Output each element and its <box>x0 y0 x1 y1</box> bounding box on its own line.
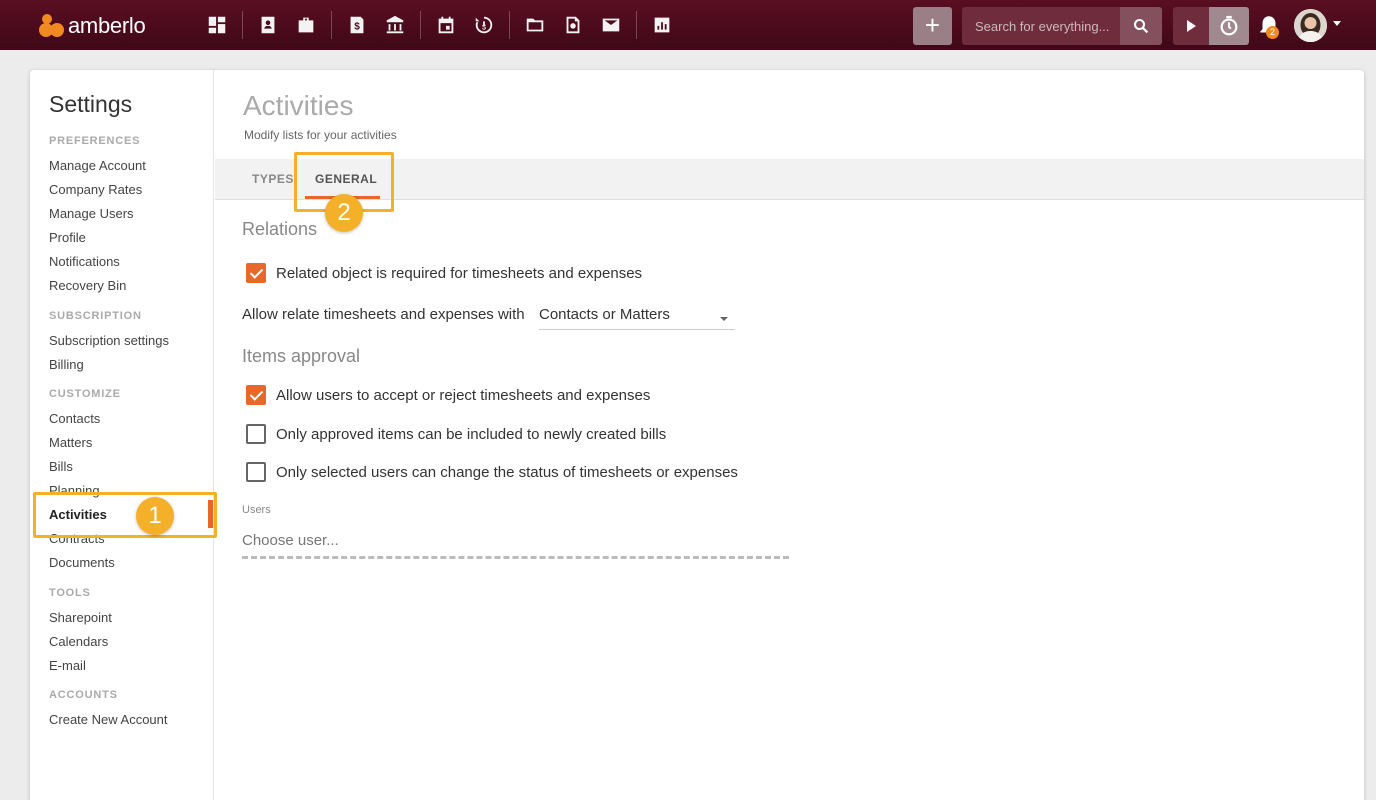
approval-option-row[interactable]: Only selected users can change the statu… <box>246 462 738 482</box>
highlight-box-activities <box>33 492 217 538</box>
sidebar-item-manage-users[interactable]: Manage Users <box>49 206 134 221</box>
only-selected-users-checkbox[interactable] <box>246 462 266 482</box>
settings-sidebar: Settings PREFERENCES Manage Account Comp… <box>30 70 214 800</box>
allow-relate-select[interactable]: Contacts or Matters <box>539 300 735 330</box>
step-badge-2: 2 <box>325 194 363 232</box>
notification-badge: 2 <box>1266 26 1279 39</box>
settings-card: Settings PREFERENCES Manage Account Comp… <box>30 70 1364 800</box>
tab-types[interactable]: TYPES <box>252 172 294 186</box>
sidebar-item-manage-account[interactable]: Manage Account <box>49 158 146 173</box>
sidebar-item-sharepoint[interactable]: Sharepoint <box>49 610 112 625</box>
bills-icon[interactable]: $ <box>338 0 376 50</box>
bank-icon[interactable] <box>376 0 414 50</box>
avatar[interactable] <box>1294 9 1327 42</box>
reports-icon[interactable] <box>643 0 681 50</box>
sidebar-item-recovery-bin[interactable]: Recovery Bin <box>49 278 126 293</box>
section-tools: TOOLS <box>49 587 91 599</box>
logo-mark-icon <box>38 12 66 40</box>
allow-accept-reject-label: Allow users to accept or reject timeshee… <box>276 386 651 404</box>
only-approved-bills-checkbox[interactable] <box>246 424 266 444</box>
amberlo-logo[interactable]: amberlo <box>38 12 146 40</box>
approval-option-row[interactable]: Allow users to accept or reject timeshee… <box>246 385 650 405</box>
play-icon <box>1187 20 1196 32</box>
document-search-icon[interactable] <box>554 0 592 50</box>
stopwatch-button[interactable] <box>1209 7 1249 45</box>
page-title: Activities <box>243 90 354 121</box>
sidebar-item-company-rates[interactable]: Company Rates <box>49 182 142 197</box>
start-timer-button[interactable] <box>1173 7 1209 45</box>
mail-icon[interactable] <box>592 0 630 50</box>
main-nav: $ $ <box>198 0 681 50</box>
step-badge-1: 1 <box>136 497 174 535</box>
user-menu-caret-icon[interactable] <box>1333 21 1341 26</box>
relations-title: Relations <box>242 219 318 239</box>
svg-text:$: $ <box>482 23 486 32</box>
svg-text:$: $ <box>354 22 360 33</box>
settings-title: Settings <box>49 91 133 117</box>
sidebar-item-billing[interactable]: Billing <box>49 357 84 372</box>
top-bar: amberlo $ $ + Search for everything... 2 <box>0 0 1376 50</box>
section-accounts: ACCOUNTS <box>49 689 118 701</box>
related-required-row[interactable]: Related object is required for timesheet… <box>246 263 642 283</box>
logo-text: amberlo <box>68 13 146 38</box>
dropdown-caret-icon <box>720 317 728 321</box>
folder-icon[interactable] <box>516 0 554 50</box>
section-subscription: SUBSCRIPTION <box>49 310 142 322</box>
sidebar-item-email[interactable]: E-mail <box>49 658 86 673</box>
sidebar-item-documents[interactable]: Documents <box>49 555 115 570</box>
sidebar-item-create-new-account[interactable]: Create New Account <box>49 712 168 727</box>
related-required-label: Related object is required for timesheet… <box>276 264 643 282</box>
section-customize: CUSTOMIZE <box>49 388 121 400</box>
dashboard-icon[interactable] <box>198 0 236 50</box>
allow-accept-reject-checkbox[interactable] <box>246 385 266 405</box>
items-approval-title: Items approval <box>242 346 361 366</box>
search-input[interactable] <box>962 18 1117 34</box>
sidebar-item-subscription-settings[interactable]: Subscription settings <box>49 333 169 348</box>
matters-icon[interactable] <box>287 0 325 50</box>
search-button[interactable] <box>1120 7 1162 45</box>
allow-relate-value: Contacts or Matters <box>539 306 670 323</box>
approval-option-row[interactable]: Only approved items can be included to n… <box>246 424 666 444</box>
sidebar-item-bills[interactable]: Bills <box>49 459 73 474</box>
sidebar-item-notifications[interactable]: Notifications <box>49 254 120 269</box>
search-icon <box>1133 18 1149 34</box>
contacts-icon[interactable] <box>249 0 287 50</box>
users-label: Users <box>242 504 271 516</box>
section-preferences: PREFERENCES <box>49 135 141 147</box>
sidebar-item-profile[interactable]: Profile <box>49 230 86 245</box>
sidebar-item-contacts[interactable]: Contacts <box>49 411 100 426</box>
add-new-button[interactable]: + <box>913 7 952 45</box>
sidebar-item-matters[interactable]: Matters <box>49 435 92 450</box>
only-selected-users-label: Only selected users can change the statu… <box>276 463 738 481</box>
related-required-checkbox[interactable] <box>246 263 266 283</box>
stopwatch-icon <box>1220 15 1238 36</box>
only-approved-bills-label: Only approved items can be included to n… <box>276 425 667 443</box>
calendar-icon[interactable] <box>427 0 465 50</box>
sidebar-item-calendars[interactable]: Calendars <box>49 634 108 649</box>
users-input[interactable] <box>242 525 789 559</box>
global-search <box>962 7 1162 45</box>
allow-relate-label: Allow relate timesheets and expenses wit… <box>242 306 525 323</box>
timesheet-icon[interactable]: $ <box>465 0 503 50</box>
page-subtitle: Modify lists for your activities <box>244 128 397 142</box>
